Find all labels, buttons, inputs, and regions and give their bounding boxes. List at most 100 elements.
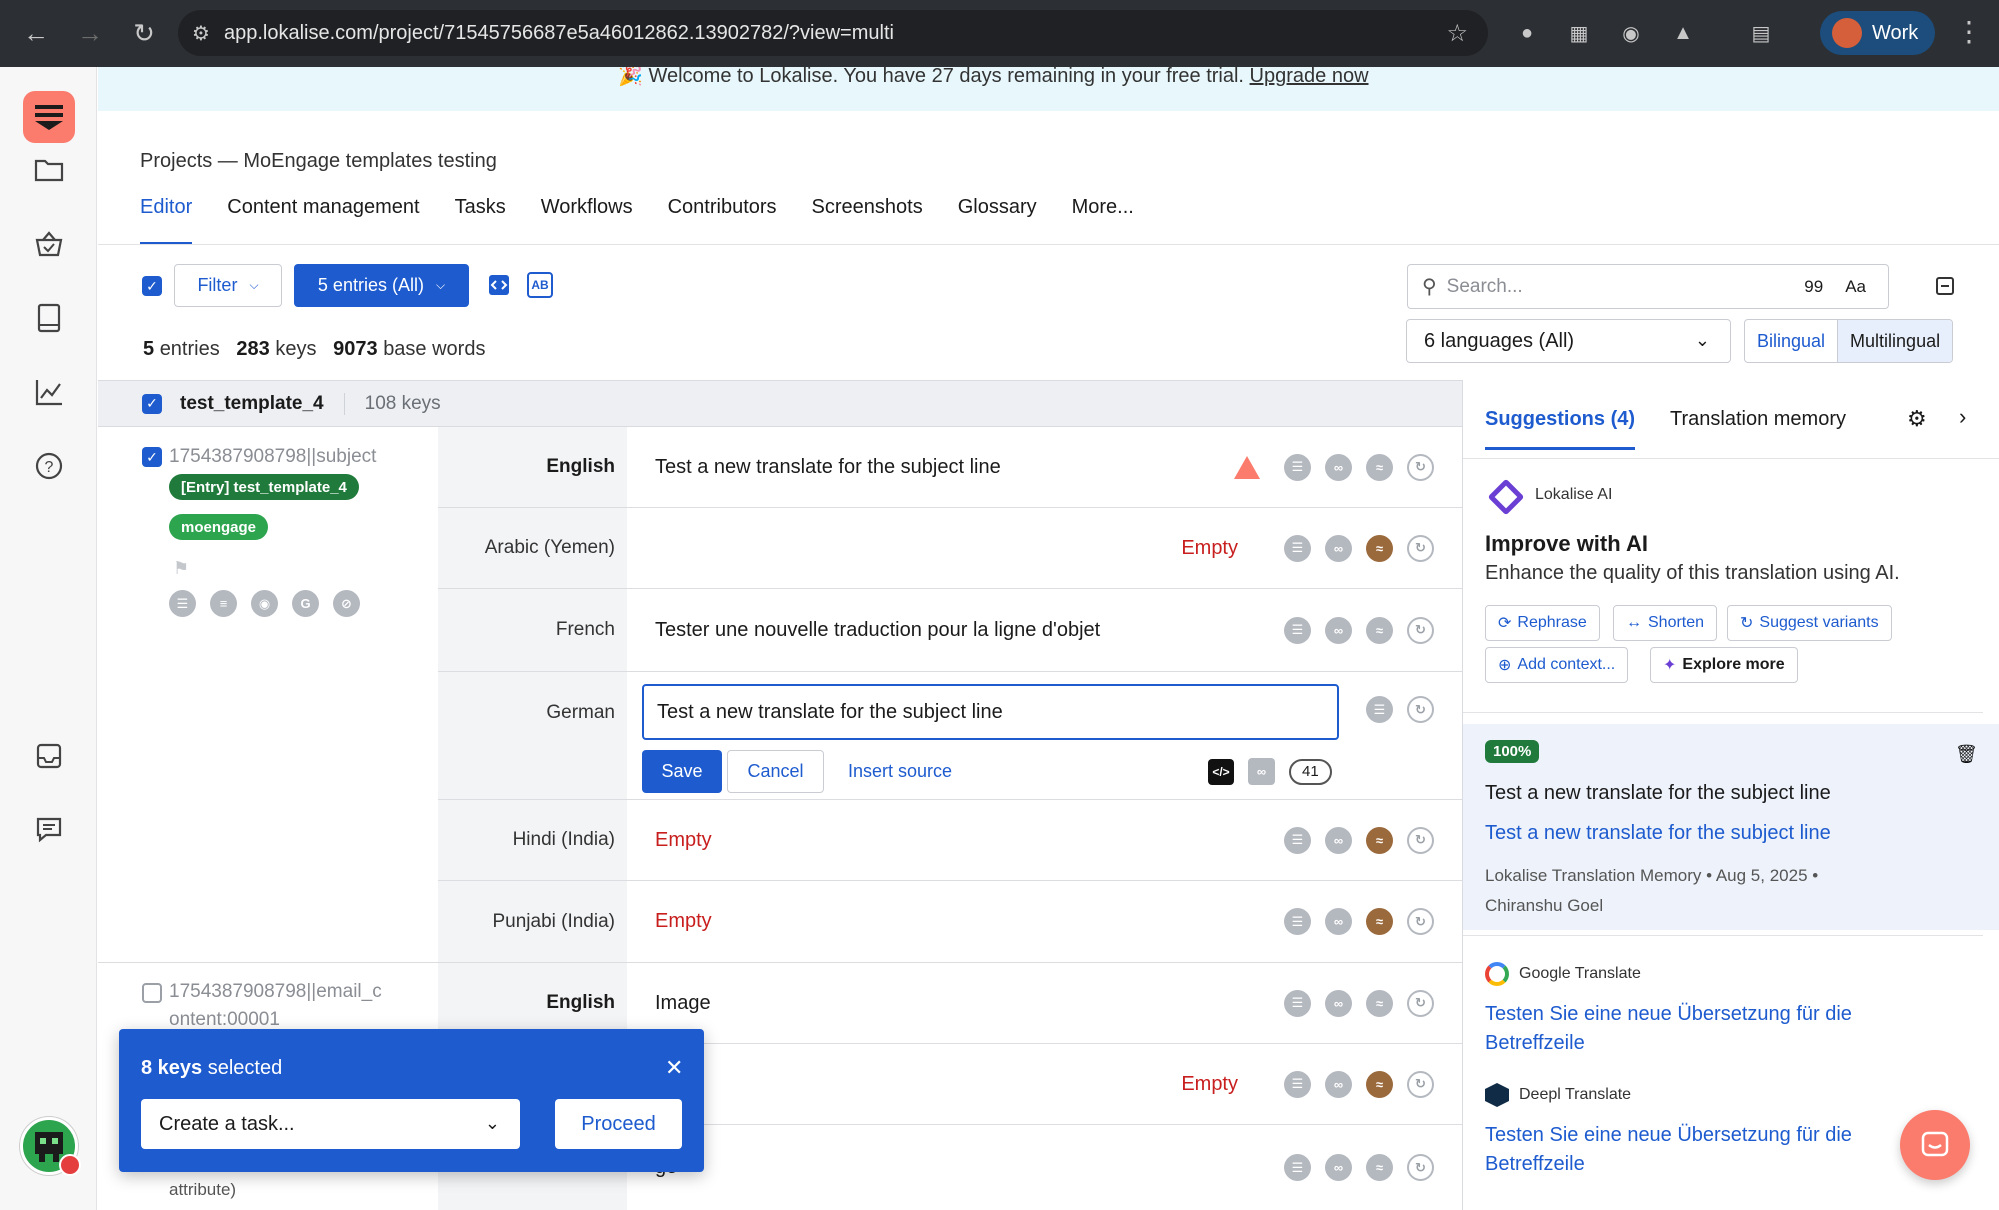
review-glasses-icon[interactable]: ∞ <box>1325 1070 1352 1098</box>
comment-icon[interactable]: ☰ <box>1284 616 1311 644</box>
key-checkbox[interactable]: ✓ <box>142 447 162 467</box>
bilingual-button[interactable]: Bilingual <box>1745 320 1837 362</box>
review-glasses-icon[interactable]: ∞ <box>1325 1154 1352 1181</box>
chevron-right-icon[interactable]: › <box>1959 404 1966 430</box>
user-avatar[interactable] <box>20 1117 81 1176</box>
history-icon[interactable]: ↻ <box>1407 453 1434 481</box>
key-name[interactable]: 1754387908798||email_c <box>169 981 382 1003</box>
docs-book-icon[interactable] <box>30 299 68 337</box>
tab-tasks[interactable]: Tasks <box>455 192 506 245</box>
gear-icon[interactable]: ⚙ <box>1907 406 1927 432</box>
multilingual-button[interactable]: Multilingual <box>1837 320 1953 362</box>
upgrade-link[interactable]: Upgrade now <box>1250 67 1369 87</box>
spellcheck-icon[interactable]: AB <box>527 272 553 298</box>
comment-icon[interactable]: ☰ <box>1284 908 1311 935</box>
select-all-checkbox[interactable]: ✓ <box>142 276 162 296</box>
translation-editor-input[interactable]: Test a new translate for the subject lin… <box>642 684 1339 740</box>
tab-contributors[interactable]: Contributors <box>668 192 777 245</box>
statistics-chart-icon[interactable] <box>30 373 68 411</box>
description-icon[interactable]: ≡ <box>210 590 237 617</box>
key-checkbox[interactable] <box>142 983 162 1003</box>
status-icon[interactable]: ≈ <box>1366 826 1393 854</box>
comment-icon[interactable]: ☰ <box>1284 534 1311 562</box>
tag-icon[interactable]: ⚑ <box>173 558 189 579</box>
hidden-eye-icon[interactable]: ⊘ <box>333 590 360 617</box>
group-checkbox[interactable]: ✓ <box>142 393 162 414</box>
history-icon[interactable]: ↻ <box>1407 616 1434 644</box>
review-glasses-icon[interactable]: ∞ <box>1325 908 1352 935</box>
tab-workflows[interactable]: Workflows <box>541 192 633 245</box>
warning-icon[interactable] <box>1234 455 1260 479</box>
google-icon[interactable]: G <box>292 590 319 617</box>
tm-target-text[interactable]: Test a new translate for the subject lin… <box>1485 822 1831 845</box>
comment-icon[interactable]: ☰ <box>1284 1070 1311 1098</box>
review-glasses-icon[interactable]: ∞ <box>1248 758 1275 785</box>
comment-icon[interactable]: ☰ <box>1284 989 1311 1017</box>
browser-menu-icon[interactable]: ⋮ <box>1955 15 1983 48</box>
comment-icon[interactable]: ☰ <box>1284 453 1311 481</box>
cancel-button[interactable]: Cancel <box>727 750 824 793</box>
status-icon[interactable]: ≈ <box>1366 908 1393 935</box>
review-glasses-icon[interactable]: ∞ <box>1325 616 1352 644</box>
review-glasses-icon[interactable]: ∞ <box>1325 989 1352 1017</box>
back-icon[interactable]: ← <box>16 14 56 54</box>
add-context-button[interactable]: ⊕ Add context... <box>1485 647 1629 683</box>
help-question-icon[interactable]: ? <box>30 447 68 485</box>
comment-icon[interactable]: ☰ <box>1366 696 1393 723</box>
explore-more-button[interactable]: ✦ Explore more <box>1650 647 1798 683</box>
breadcrumb[interactable]: Projects — MoEngage templates testing <box>140 150 497 173</box>
puzzle-icon[interactable]: ▲ <box>1668 18 1698 48</box>
address-bar[interactable]: ⚙ app.lokalise.com/project/71545756687e5… <box>178 10 1488 56</box>
bookmark-star-icon[interactable]: ☆ <box>1446 19 1468 48</box>
empty-status[interactable]: Empty <box>1181 1073 1238 1096</box>
google-suggestion[interactable]: Testen Sie eine neue Übersetzung für die… <box>1485 1000 1905 1058</box>
empty-status[interactable]: Empty <box>1181 537 1238 560</box>
entry-tag[interactable]: [Entry] test_template_4 <box>169 474 359 500</box>
comment-icon[interactable]: ☰ <box>1284 826 1311 854</box>
status-icon[interactable]: ≈ <box>1366 989 1393 1017</box>
search-input[interactable]: ⚲ Search... 99 Aa <box>1407 264 1889 309</box>
empty-status[interactable]: Empty <box>655 829 712 852</box>
save-button[interactable]: Save <box>642 750 722 793</box>
task-select[interactable]: Create a task... ⌄ <box>141 1099 520 1149</box>
review-glasses-icon[interactable]: ∞ <box>1325 826 1352 854</box>
forward-icon[interactable]: → <box>70 14 110 54</box>
review-glasses-icon[interactable]: ∞ <box>1325 453 1352 481</box>
languages-select[interactable]: 6 languages (All) ⌄ <box>1406 319 1731 363</box>
qr-code-icon[interactable]: ▦ <box>1564 18 1594 48</box>
extension-icon[interactable]: ● <box>1512 18 1542 48</box>
tab-content-management[interactable]: Content management <box>227 192 419 245</box>
history-icon[interactable]: ↻ <box>1407 534 1434 562</box>
tag-moengage[interactable]: moengage <box>169 514 269 540</box>
shorten-button[interactable]: ↔ Shorten <box>1613 605 1718 641</box>
translation-value[interactable]: Tester une nouvelle traduction pour la l… <box>655 589 1100 671</box>
screenshot-icon[interactable]: ◉ <box>251 590 278 617</box>
tab-editor[interactable]: Editor <box>140 192 193 245</box>
color-picker-icon[interactable]: ◉ <box>1616 18 1646 48</box>
reading-list-icon[interactable]: ▤ <box>1746 18 1776 48</box>
history-icon[interactable]: ↻ <box>1407 989 1434 1017</box>
site-settings-icon[interactable]: ⚙ <box>178 21 224 46</box>
tab-glossary[interactable]: Glossary <box>958 192 1037 245</box>
tab-suggestions[interactable]: Suggestions (4) <box>1485 408 1636 450</box>
exact-match-toggle[interactable]: 99 <box>1804 277 1823 297</box>
history-icon[interactable]: ↻ <box>1407 1154 1434 1181</box>
history-icon[interactable]: ↻ <box>1407 696 1434 723</box>
status-icon[interactable]: ≈ <box>1366 453 1393 481</box>
key-name[interactable]: 1754387908798||subject <box>169 446 376 468</box>
tab-more[interactable]: More... <box>1072 192 1134 245</box>
tab-translation-memory[interactable]: Translation memory <box>1670 408 1846 450</box>
tab-screenshots[interactable]: Screenshots <box>812 192 923 245</box>
orders-basket-icon[interactable] <box>30 225 68 263</box>
profile-button[interactable]: Work <box>1820 11 1935 55</box>
deepl-suggestion[interactable]: Testen Sie eine neue Übersetzung für die… <box>1485 1121 1905 1179</box>
filter-button[interactable]: Filter ⌵ <box>174 264 282 307</box>
status-icon[interactable]: ≈ <box>1366 534 1393 562</box>
lokalise-logo[interactable] <box>23 91 75 143</box>
rephrase-button[interactable]: ⟳ Rephrase <box>1485 605 1600 641</box>
history-icon[interactable]: ↻ <box>1407 826 1434 854</box>
status-icon[interactable]: ≈ <box>1366 616 1393 644</box>
translation-value[interactable]: Test a new translate for the subject lin… <box>655 427 1001 507</box>
insert-source-button[interactable]: Insert source <box>848 750 952 793</box>
status-icon[interactable]: ≈ <box>1366 1070 1393 1098</box>
